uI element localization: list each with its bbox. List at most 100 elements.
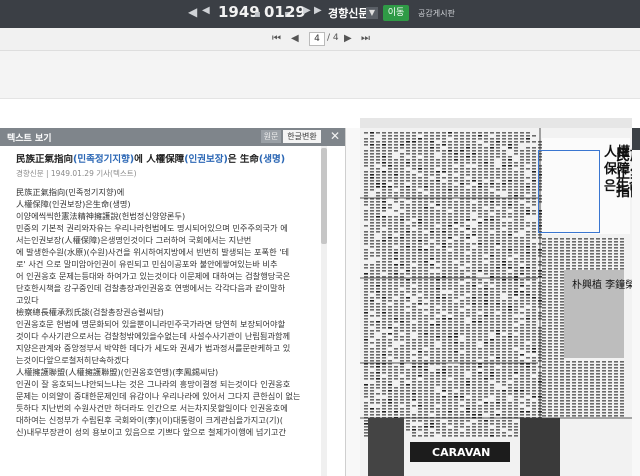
- text-texture: [430, 195, 434, 197]
- text-texture: [436, 336, 440, 338]
- text-texture: [542, 355, 546, 357]
- text-texture: [484, 432, 488, 434]
- text-texture: [590, 394, 594, 396]
- text-texture: [454, 216, 458, 218]
- text-texture: [454, 204, 458, 206]
- text-texture: [454, 213, 458, 215]
- text-texture: [532, 318, 536, 320]
- text-texture: [430, 315, 434, 317]
- go-button[interactable]: 이동: [383, 5, 409, 21]
- text-texture: [388, 390, 392, 392]
- prev-year-button[interactable]: ◀: [188, 5, 197, 19]
- text-texture: [608, 265, 612, 267]
- text-texture: [442, 345, 446, 347]
- scrollbar-thumb[interactable]: [321, 148, 327, 244]
- month-field[interactable]: 01: [264, 3, 285, 21]
- text-texture: [448, 171, 452, 173]
- article-line: 서는인권보장(人權保障)은생명인것이다 그러하여 국회에서는 지난번: [16, 234, 316, 246]
- text-texture: [478, 294, 482, 296]
- text-texture: [466, 366, 470, 368]
- text-texture: [478, 144, 482, 146]
- text-texture: [502, 378, 506, 380]
- text-texture: [496, 297, 500, 299]
- first-page-icon[interactable]: ⏮: [272, 33, 281, 44]
- tab-korean-convert[interactable]: 한글변환: [283, 130, 321, 143]
- text-texture: [560, 244, 564, 246]
- page-number-input[interactable]: 4: [309, 32, 325, 46]
- prev-page-icon[interactable]: ◀: [291, 33, 299, 44]
- text-texture: [560, 376, 564, 378]
- share-board-link[interactable]: 공감게시판: [418, 8, 455, 19]
- text-texture: [436, 354, 440, 356]
- text-texture: [388, 144, 392, 146]
- text-texture: [424, 237, 428, 239]
- next-day-button[interactable]: ▶: [303, 5, 311, 16]
- text-texture: [496, 141, 500, 143]
- text-texture: [430, 387, 434, 389]
- text-texture: [376, 222, 380, 224]
- text-texture: [424, 279, 428, 281]
- text-texture: [578, 247, 582, 249]
- text-texture: [376, 153, 380, 155]
- text-texture: [460, 375, 464, 377]
- text-texture: [526, 327, 530, 329]
- text-texture: [478, 321, 482, 323]
- text-texture: [560, 313, 564, 315]
- text-texture: [370, 264, 374, 266]
- text-texture: [608, 382, 612, 384]
- text-texture: [532, 324, 536, 326]
- text-texture: [608, 406, 612, 408]
- text-texture: [424, 351, 428, 353]
- text-texture: [508, 183, 512, 185]
- text-texture: [466, 354, 470, 356]
- highlight-box[interactable]: [538, 150, 600, 233]
- close-icon[interactable]: ✕: [330, 129, 340, 143]
- text-texture: [400, 303, 404, 305]
- text-texture: [484, 420, 488, 422]
- text-texture: [520, 171, 524, 173]
- text-texture: [436, 324, 440, 326]
- text-texture: [370, 240, 374, 242]
- text-texture: [526, 231, 530, 233]
- text-texture: [424, 267, 428, 269]
- text-texture: [418, 222, 422, 224]
- text-texture: [436, 303, 440, 305]
- text-texture: [388, 159, 392, 161]
- text-texture: [620, 364, 624, 366]
- text-texture: [436, 408, 440, 410]
- text-texture: [502, 330, 506, 332]
- text-texture: [382, 342, 386, 344]
- text-texture: [406, 420, 410, 422]
- text-texture: [542, 349, 546, 351]
- text-texture: [394, 264, 398, 266]
- text-texture: [554, 307, 558, 309]
- text-texture: [406, 270, 410, 272]
- text-texture: [496, 264, 500, 266]
- chevron-down-icon[interactable]: ▼: [366, 7, 378, 19]
- text-texture: [578, 373, 582, 375]
- side-tab[interactable]: [632, 128, 640, 150]
- text-texture: [560, 340, 564, 342]
- text-texture: [502, 267, 506, 269]
- text-texture: [508, 354, 512, 356]
- text-texture: [388, 132, 392, 134]
- newspaper-select[interactable]: 경향신문: [328, 5, 368, 21]
- text-texture: [496, 156, 500, 158]
- text-texture: [542, 370, 546, 372]
- text-texture: [382, 318, 386, 320]
- text-texture: [376, 342, 380, 344]
- text-texture: [388, 291, 392, 293]
- next-year-button[interactable]: ▶: [314, 5, 322, 16]
- next-page-icon[interactable]: ▶: [344, 33, 352, 44]
- text-texture: [370, 396, 374, 398]
- text-texture: [376, 267, 380, 269]
- last-page-icon[interactable]: ⏭: [361, 33, 370, 44]
- prev-day-button[interactable]: ◀: [202, 5, 210, 16]
- text-texture: [406, 285, 410, 287]
- tab-original[interactable]: 원문: [261, 130, 281, 143]
- text-texture: [436, 420, 440, 422]
- text-texture: [382, 297, 386, 299]
- text-texture: [508, 189, 512, 191]
- text-texture: [430, 171, 434, 173]
- text-texture: [382, 291, 386, 293]
